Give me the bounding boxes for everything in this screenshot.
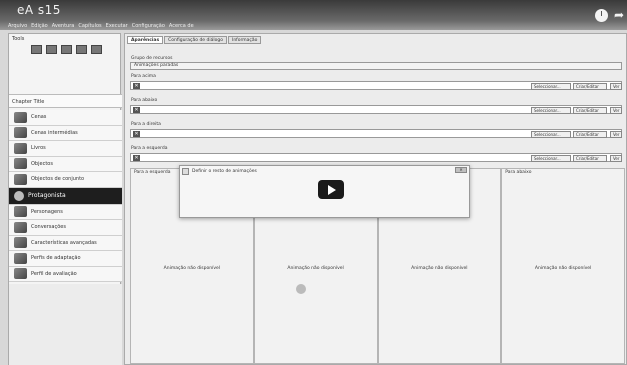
toolbar: [31, 45, 102, 54]
create-edit-button[interactable]: Criar/Editar: [573, 83, 607, 90]
select-button[interactable]: Seleccionar...: [531, 83, 571, 90]
sidebar-item-label: Cenas intermédias: [31, 129, 78, 136]
sidebar-item-label: Perfis de adaptação: [31, 255, 81, 262]
sidebar-item-label: Conversações: [31, 224, 66, 231]
tab-dialogo[interactable]: Configuração de diálogo: [164, 36, 227, 44]
section-label: Para a direita: [131, 122, 161, 127]
conversation-icon: [14, 221, 27, 233]
menu-item[interactable]: Aventura: [52, 23, 75, 30]
sidebar-item-protagonista[interactable]: Protagonista: [9, 187, 122, 205]
cursor-icon: [296, 284, 306, 294]
menu-item[interactable]: Edição: [31, 23, 48, 30]
menu-item[interactable]: Acerca de: [169, 23, 194, 30]
assessment-icon: [14, 268, 27, 280]
menu-item[interactable]: Executar: [106, 23, 128, 30]
sidebar-item-objectos-conjunto[interactable]: Objectos de conjunto: [9, 172, 122, 188]
select-button[interactable]: Seleccionar...: [531, 155, 571, 162]
play-icon[interactable]: [318, 180, 344, 199]
create-edit-button[interactable]: Criar/Editar: [573, 131, 607, 138]
sidebar-item-label: Objectos de conjunto: [31, 176, 85, 183]
left-panel-empty: [9, 284, 122, 365]
advanced-features-icon: [14, 237, 27, 249]
close-icon[interactable]: ✕: [455, 167, 467, 173]
tab-bar: Aparências Configuração de diálogo Infor…: [127, 36, 262, 44]
object-icon: [14, 158, 27, 170]
preview-title: Para a esquerda: [134, 170, 171, 175]
sidebar-item-label: Protagonista: [28, 192, 66, 199]
player-icon: [14, 190, 24, 201]
adaptation-icon: [14, 252, 27, 264]
watch-later-icon[interactable]: [595, 9, 608, 22]
delete-icon[interactable]: ✕: [133, 131, 140, 137]
preview-down: Para abaixo Animação não disponível: [501, 168, 625, 364]
sidebar-item-caracteristicas[interactable]: Características avançadas: [9, 235, 122, 251]
characters-icon: [14, 206, 27, 218]
video-title: eA s15: [17, 3, 61, 17]
view-button[interactable]: Ver: [610, 131, 622, 138]
sidebar-item-perfil-avaliacao[interactable]: Perfil de avaliação: [9, 266, 122, 282]
objects-set-icon: [14, 173, 27, 185]
tool-icon[interactable]: [61, 45, 72, 54]
tool-icon[interactable]: [76, 45, 87, 54]
section-label: Para abaixo: [131, 98, 158, 103]
tool-icon[interactable]: [31, 45, 42, 54]
section-label: Para a esquerda: [131, 146, 168, 151]
view-button[interactable]: Ver: [610, 107, 622, 114]
sidebar-item-cenas[interactable]: Cenas: [9, 110, 122, 126]
sidebar-item-cenas-intermedias[interactable]: Cenas intermédias: [9, 125, 122, 141]
preview-title: Para abaixo: [505, 170, 532, 175]
sidebar-item-label: Objectos: [31, 160, 53, 167]
preview-text: Animação não disponível: [411, 266, 468, 271]
sidebar-item-personagens[interactable]: Personagens: [9, 204, 122, 220]
tool-icon[interactable]: [46, 45, 57, 54]
sidebar-item-label: Personagens: [31, 208, 63, 215]
dialog-icon: [182, 168, 189, 175]
preview-text: Animação não disponível: [287, 266, 344, 271]
view-button[interactable]: Ver: [610, 155, 622, 162]
asset-row-right: ✕ Seleccionar... Criar/Editar Ver: [130, 129, 622, 138]
sidebar-item-livros[interactable]: Livros: [9, 141, 122, 157]
sidebar-item-conversacoes[interactable]: Conversações: [9, 220, 122, 236]
section-label: Para acima: [131, 74, 156, 79]
sidebar-item-label: Cenas: [31, 114, 47, 121]
asset-row-left: ✕ Seleccionar... Criar/Editar Ver: [130, 153, 622, 162]
tool-icon[interactable]: [91, 45, 102, 54]
preview-text: Animação não disponível: [534, 266, 592, 271]
sidebar-item-label: Características avançadas: [31, 239, 97, 246]
video-header: eA s15 ➦ Arquivo Edição Aventura Capítul…: [0, 0, 627, 30]
view-button[interactable]: Ver: [610, 83, 622, 90]
sidebar-item-objectos[interactable]: Objectos: [9, 156, 122, 172]
tab-informacao[interactable]: Informação: [228, 36, 262, 44]
delete-icon[interactable]: ✕: [133, 107, 140, 113]
left-panel: Tools Chapter Title Cenas Cenas interméd…: [8, 33, 122, 365]
dialog-title: Definir o resto de animações: [192, 169, 257, 174]
book-icon: [14, 142, 27, 154]
delete-icon[interactable]: ✕: [133, 83, 140, 89]
asset-row-up: ✕ Seleccionar... Criar/Editar Ver: [130, 81, 622, 90]
tools-label: Tools: [12, 36, 25, 42]
scene-icon: [14, 111, 27, 123]
select-button[interactable]: Seleccionar...: [531, 131, 571, 138]
select-button[interactable]: Seleccionar...: [531, 107, 571, 114]
share-icon[interactable]: ➦: [614, 8, 624, 22]
menubar: Arquivo Edição Aventura Capítulos Execut…: [8, 23, 194, 30]
asset-row-down: ✕ Seleccionar... Criar/Editar Ver: [130, 105, 622, 114]
sidebar-item-label: Livros: [31, 145, 46, 152]
tab-aparencias[interactable]: Aparências: [127, 36, 164, 44]
preview-text: Animação não disponível: [163, 266, 221, 271]
delete-icon[interactable]: ✕: [133, 155, 140, 161]
menu-item[interactable]: Capítulos: [78, 23, 101, 30]
group-select[interactable]: Animações paradas: [130, 62, 622, 70]
menu-item[interactable]: Configuração: [132, 23, 165, 30]
sidebar-nav: Cenas Cenas intermédias Livros Objectos …: [9, 110, 122, 282]
sidebar-item-perfis-adaptacao[interactable]: Perfis de adaptação: [9, 251, 122, 267]
menu-item[interactable]: Arquivo: [8, 23, 27, 30]
sidebar-item-label: Perfil de avaliação: [31, 270, 77, 277]
create-edit-button[interactable]: Criar/Editar: [573, 107, 607, 114]
group-label: Grupo de recursos: [131, 56, 173, 61]
chapter-title[interactable]: Chapter Title: [9, 94, 122, 108]
cutscene-icon: [14, 127, 27, 139]
create-edit-button[interactable]: Criar/Editar: [573, 155, 607, 162]
